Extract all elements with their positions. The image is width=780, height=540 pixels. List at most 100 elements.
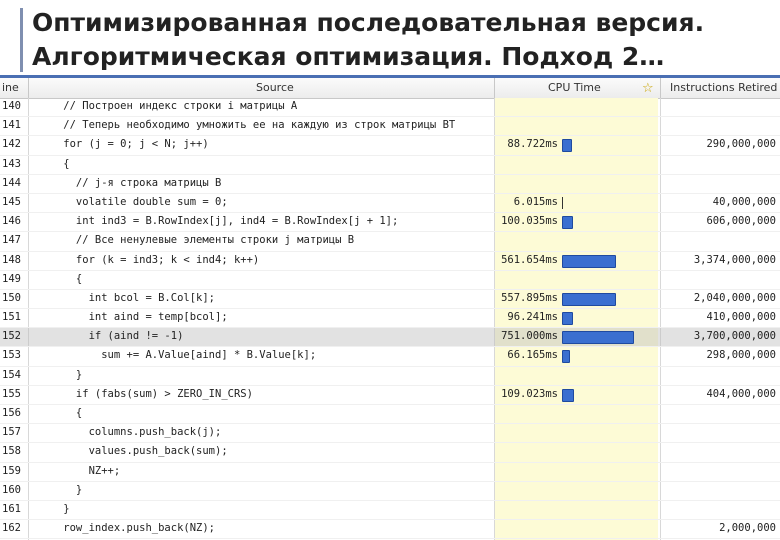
title-line-2: Алгоритмическая оптимизация. Подход 2… xyxy=(32,42,665,71)
source-code: for (j = 0; j < N; j++) xyxy=(38,138,209,151)
source-code: } xyxy=(38,483,83,496)
cpu-time-bar xyxy=(562,350,571,364)
line-number: 160 xyxy=(2,483,21,496)
instructions-retired-value: 606,000,000 xyxy=(706,215,776,228)
table-row[interactable]: 152 if (aind != -1) 751.000ms 3,700,000,00… xyxy=(0,328,780,348)
instructions-retired-value: 290,000,000 xyxy=(706,138,776,151)
instructions-retired-value: 3,374,000,000 xyxy=(693,253,776,266)
source-code: { xyxy=(38,407,83,419)
source-code: { xyxy=(38,157,70,170)
cpu-time-bar xyxy=(562,312,573,326)
source-code: NZ++; xyxy=(38,464,121,477)
cpu-time-value: 96.241ms xyxy=(507,311,558,324)
source-code: row_index.push_back(NZ); xyxy=(38,522,216,535)
line-number: 150 xyxy=(2,291,21,304)
line-number: 146 xyxy=(2,215,21,228)
column-header-cpu-time[interactable]: CPU Time xyxy=(548,81,601,94)
line-number: 158 xyxy=(2,445,21,458)
table-row[interactable]: 156 { xyxy=(0,405,780,425)
instructions-retired-value: 2,040,000,000 xyxy=(693,291,776,304)
title-accent-bar xyxy=(20,8,23,72)
cpu-time-bar xyxy=(562,331,634,345)
cpu-time-value: 66.165ms xyxy=(507,349,558,362)
source-code: // j-я строка матрицы B xyxy=(38,176,222,189)
line-number: 154 xyxy=(2,368,21,381)
line-number: 159 xyxy=(2,464,21,477)
line-number: 151 xyxy=(2,311,21,324)
table-row[interactable]: 141 // Теперь необходимо умножить ее на … xyxy=(0,117,780,137)
table-row[interactable]: 148 for (k = ind3; k < ind4; k++) 561.654… xyxy=(0,252,780,271)
source-code: columns.push_back(j); xyxy=(38,426,222,439)
line-number: 148 xyxy=(2,253,21,266)
table-row[interactable]: 150 int bcol = B.Col[k]; 557.895ms 2,040,0… xyxy=(0,290,780,310)
table-row[interactable]: 162 row_index.push_back(NZ); 2,000,000 xyxy=(0,520,780,540)
line-number: 142 xyxy=(2,138,21,151)
line-number: 157 xyxy=(2,426,21,439)
cpu-time-value: 88.722ms xyxy=(507,138,558,151)
line-number: 143 xyxy=(2,157,21,170)
source-code: int aind = temp[bcol]; xyxy=(38,311,228,324)
table-row[interactable]: 159 NZ++; xyxy=(0,463,780,482)
star-icon[interactable]: ☆ xyxy=(642,81,654,96)
instructions-retired-value: 40,000,000 xyxy=(712,195,776,208)
source-code: values.push_back(sum); xyxy=(38,445,228,458)
line-number: 155 xyxy=(2,387,21,400)
source-code: // Построен индекс строки i матрицы A xyxy=(38,100,298,112)
source-code: int ind3 = B.RowIndex[j], ind4 = B.RowIn… xyxy=(38,215,399,228)
table-row[interactable]: 158 values.push_back(sum); xyxy=(0,443,780,463)
table-row[interactable]: 140 // Построен индекс строки i матрицы … xyxy=(0,98,780,118)
instructions-retired-value: 3,700,000,000 xyxy=(693,330,776,343)
instructions-retired-value: 410,000,000 xyxy=(706,311,776,324)
column-header-line[interactable]: ine xyxy=(2,81,19,94)
table-row[interactable]: 145 volatile double sum = 0; 6.015ms 40,00… xyxy=(0,194,780,214)
line-number: 141 xyxy=(2,119,21,132)
source-code: } xyxy=(38,502,70,515)
source-code: int bcol = B.Col[k]; xyxy=(38,291,216,304)
table-row[interactable]: 153 sum += A.Value[aind] * B.Value[k]; 66… xyxy=(0,347,780,367)
cpu-time-value: 561.654ms xyxy=(501,253,558,266)
column-header-row: ine Source CPU Time ☆ Instructions Retir… xyxy=(0,78,780,99)
line-number: 149 xyxy=(2,272,21,285)
column-header-source[interactable]: Source xyxy=(256,81,294,94)
line-number: 140 xyxy=(2,100,21,112)
column-header-instructions[interactable]: Instructions Retired xyxy=(670,81,777,94)
source-code: // Все ненулевые элементы строки j матри… xyxy=(38,234,355,247)
slide-title: Оптимизированная последовательная версия… xyxy=(0,0,780,78)
table-row[interactable]: 160 } xyxy=(0,482,780,501)
instructions-retired-value: 404,000,000 xyxy=(706,387,776,400)
source-code: } xyxy=(38,368,83,381)
table-row[interactable]: 146 int ind3 = B.RowIndex[j], ind4 = B.R… xyxy=(0,213,780,233)
line-number: 145 xyxy=(2,195,21,208)
table-row[interactable]: 161 } xyxy=(0,501,780,521)
cpu-time-bar xyxy=(562,139,573,153)
table-row[interactable]: 151 int aind = temp[bcol]; 96.241ms 410,00… xyxy=(0,309,780,329)
table-row[interactable]: 155 if (fabs(sum) > ZERO_IN_CRS) 109.023m… xyxy=(0,386,780,405)
line-number: 153 xyxy=(2,349,21,362)
table-row[interactable]: 144 // j-я строка матрицы B xyxy=(0,175,780,194)
cpu-time-value: 557.895ms xyxy=(501,291,558,304)
table-row[interactable]: 149 { xyxy=(0,271,780,290)
cpu-time-value: 100.035ms xyxy=(501,215,558,228)
table-row[interactable]: 154 } xyxy=(0,367,780,386)
line-number: 162 xyxy=(2,522,21,535)
cpu-time-value: 6.015ms xyxy=(513,195,558,208)
source-rows: 140 // Построен индекс строки i матрицы … xyxy=(0,98,780,540)
source-code: for (k = ind3; k < ind4; k++) xyxy=(38,253,260,266)
source-code: if (aind != -1) xyxy=(38,330,184,343)
profiler-source-view: ine Source CPU Time ☆ Instructions Retir… xyxy=(0,78,780,540)
cpu-time-bar xyxy=(562,216,574,230)
table-row[interactable]: 147 // Все ненулевые элементы строки j м… xyxy=(0,232,780,252)
table-row[interactable]: 157 columns.push_back(j); xyxy=(0,424,780,444)
cpu-time-value: 751.000ms xyxy=(501,330,558,343)
instructions-retired-value: 2,000,000 xyxy=(719,522,776,535)
table-row[interactable]: 143 { xyxy=(0,156,780,175)
source-code: volatile double sum = 0; xyxy=(38,195,228,208)
source-code: // Теперь необходимо умножить ее на кажд… xyxy=(38,119,456,132)
cpu-time-bar xyxy=(562,292,616,306)
line-number: 152 xyxy=(2,330,21,343)
instructions-retired-value: 298,000,000 xyxy=(706,349,776,362)
title-line-1: Оптимизированная последовательная версия… xyxy=(32,8,705,37)
source-code: if (fabs(sum) > ZERO_IN_CRS) xyxy=(38,387,253,400)
table-row[interactable]: 142 for (j = 0; j < N; j++) 88.722ms 290,0… xyxy=(0,136,780,156)
line-number: 156 xyxy=(2,407,21,419)
